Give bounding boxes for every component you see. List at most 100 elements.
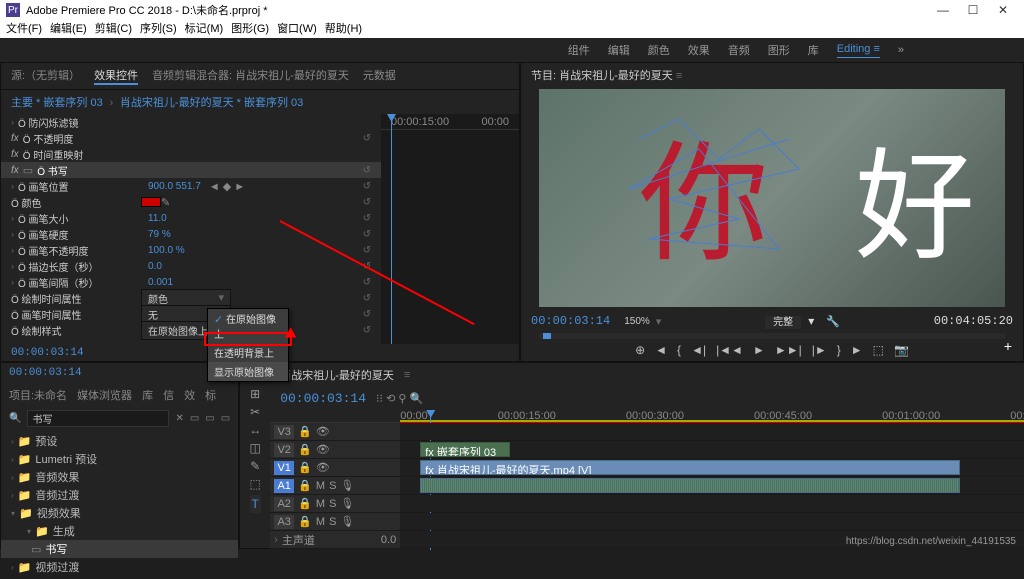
transport-button[interactable]: ⊕ (635, 343, 645, 357)
project-tab[interactable]: 库 (142, 387, 153, 403)
maximize-button[interactable]: ☐ (958, 3, 988, 17)
tree-item-label[interactable]: Lumetri 预设 (35, 451, 97, 467)
tool-button[interactable]: ↔ (249, 423, 261, 437)
transport-button[interactable]: ◄| (691, 343, 706, 357)
lock-icon[interactable]: 🔒 (298, 497, 312, 510)
transport-button[interactable]: ◄ (655, 343, 667, 357)
twirl-icon[interactable]: › (11, 261, 14, 271)
project-tab[interactable]: 项目:未命名 (9, 387, 67, 403)
source-tab[interactable]: 元数据 (363, 67, 396, 85)
twirl-icon[interactable]: › (11, 245, 14, 255)
property-value[interactable]: 0.001 (148, 277, 173, 288)
tree-twirl[interactable]: ▾ (27, 527, 31, 536)
menu-item[interactable]: 文件(F) (6, 20, 42, 38)
tree-item-label[interactable]: 视频过渡 (35, 559, 79, 575)
tree-item-label[interactable]: 音频过渡 (35, 487, 79, 503)
eye-icon[interactable]: 👁 (316, 461, 330, 474)
tree-item-label[interactable]: 书写 (45, 541, 67, 557)
twirl-icon[interactable]: › (11, 181, 14, 191)
mic-icon[interactable]: 🎙 (340, 515, 354, 528)
eye-icon[interactable]: 👁 (316, 443, 330, 456)
menu-item[interactable]: 序列(S) (140, 20, 177, 38)
tool-button[interactable]: ⬚ (250, 477, 261, 491)
quality-drop[interactable]: 完整 ▾ (755, 313, 814, 329)
mini-playhead[interactable] (391, 114, 392, 344)
fx-badge[interactable]: fx (11, 165, 19, 176)
fx-badge-icon[interactable]: ▭ (205, 413, 214, 424)
tree-item-label[interactable]: 生成 (53, 523, 75, 539)
timeline-clip[interactable]: fx 嵌套序列 03 (420, 442, 510, 457)
property-value[interactable]: 79 % (148, 229, 171, 240)
mute-button[interactable]: M (316, 480, 325, 492)
tool-button[interactable]: T (250, 495, 261, 513)
transport-button[interactable]: 📷 (894, 343, 909, 357)
mic-icon[interactable]: 🎙 (340, 479, 354, 492)
reset-button[interactable]: ↺ (363, 197, 371, 208)
transport-button[interactable]: { (677, 343, 681, 357)
property-value[interactable]: 100.0 % (148, 245, 185, 256)
close-button[interactable]: ✕ (988, 3, 1018, 17)
track-target[interactable]: A2 (274, 497, 294, 511)
fx-badge-icon[interactable]: ▭ (221, 413, 230, 424)
track-target[interactable]: V2 (274, 443, 294, 457)
source-tab[interactable]: 效果控件 (94, 67, 138, 85)
twirl-icon[interactable]: › (11, 229, 14, 239)
source-tab[interactable]: 音频剪辑混合器: 肖战宋祖儿-最好的夏天 (152, 67, 349, 85)
tree-item-label[interactable]: 音频效果 (35, 469, 79, 485)
crumb-seq[interactable]: 肖战宋祖儿-最好的夏天 * 嵌套序列 03 (120, 97, 303, 109)
source-tab[interactable]: 源:（无剪辑） (11, 67, 80, 85)
solo-button[interactable]: S (329, 480, 336, 492)
reset-button[interactable]: ↺ (363, 213, 371, 224)
tree-twirl[interactable]: › (11, 491, 14, 500)
source-timecode[interactable]: 00:00:03:14 (11, 347, 84, 359)
workspace-active[interactable]: Editing ≡ (837, 43, 880, 58)
lock-icon[interactable]: 🔒 (298, 461, 312, 474)
search-input[interactable] (27, 410, 169, 427)
tree-twirl[interactable]: › (11, 437, 14, 446)
tool-button[interactable]: ✂ (250, 405, 260, 419)
menu-item[interactable]: 图形(G) (231, 20, 269, 38)
mute-button[interactable]: M (316, 498, 325, 510)
lock-icon[interactable]: 🔒 (298, 425, 312, 438)
solo-button[interactable]: S (329, 498, 336, 510)
twirl-icon[interactable]: › (11, 213, 14, 223)
timeline-clip[interactable] (420, 478, 960, 493)
workspace-tab[interactable]: 组件 (568, 42, 590, 58)
project-tab[interactable]: 效 (184, 387, 195, 403)
minimize-button[interactable]: — (928, 3, 958, 17)
workspace-tab[interactable]: 图形 (768, 42, 790, 58)
reset-button[interactable]: ↺ (363, 181, 371, 192)
workspace-tab[interactable]: 音频 (728, 42, 750, 58)
transport-button[interactable]: ► (753, 343, 765, 357)
dropdown-option[interactable]: 显示原始图像 (208, 362, 288, 381)
transport-button[interactable]: } (837, 343, 841, 357)
transport-button[interactable]: |► (812, 343, 827, 357)
mute-button[interactable]: M (316, 516, 325, 528)
color-swatch[interactable] (141, 197, 161, 207)
tool-button[interactable]: ⊞ (250, 387, 260, 401)
project-tab[interactable]: 标 (205, 387, 216, 403)
reset-button[interactable]: ↺ (363, 277, 371, 288)
lock-icon[interactable]: 🔒 (298, 479, 312, 492)
transport-button[interactable]: ⬚ (873, 343, 884, 357)
add-button[interactable]: + (1004, 338, 1012, 354)
fx-badge[interactable]: fx (11, 149, 19, 160)
workspace-tab[interactable]: 编辑 (608, 42, 630, 58)
transport-button[interactable]: ► (851, 343, 863, 357)
keyframe-nav[interactable]: ◄ ◆ ► (209, 180, 245, 193)
filter-icon[interactable]: ✕ (175, 413, 183, 424)
workspace-more[interactable]: » (898, 44, 904, 56)
mask-icon[interactable]: ▭ (23, 164, 33, 177)
fx-badge-icon[interactable]: ▭ (190, 413, 199, 424)
workspace-tab[interactable]: 效果 (688, 42, 710, 58)
program-monitor[interactable]: 你 好 (539, 89, 1005, 307)
property-value[interactable]: 900.0 551.7 (148, 181, 201, 192)
tree-twirl[interactable]: ▾ (11, 509, 15, 518)
crumb-master[interactable]: 主要 * 嵌套序列 03 (11, 97, 103, 109)
track-target[interactable]: A1 (274, 479, 294, 493)
tool-button[interactable]: ◫ (250, 441, 261, 455)
reset-button[interactable]: ↺ (363, 229, 371, 240)
workspace-tab[interactable]: 库 (808, 42, 819, 58)
track-target[interactable]: V1 (274, 461, 294, 475)
fx-badge[interactable]: fx (11, 133, 19, 144)
